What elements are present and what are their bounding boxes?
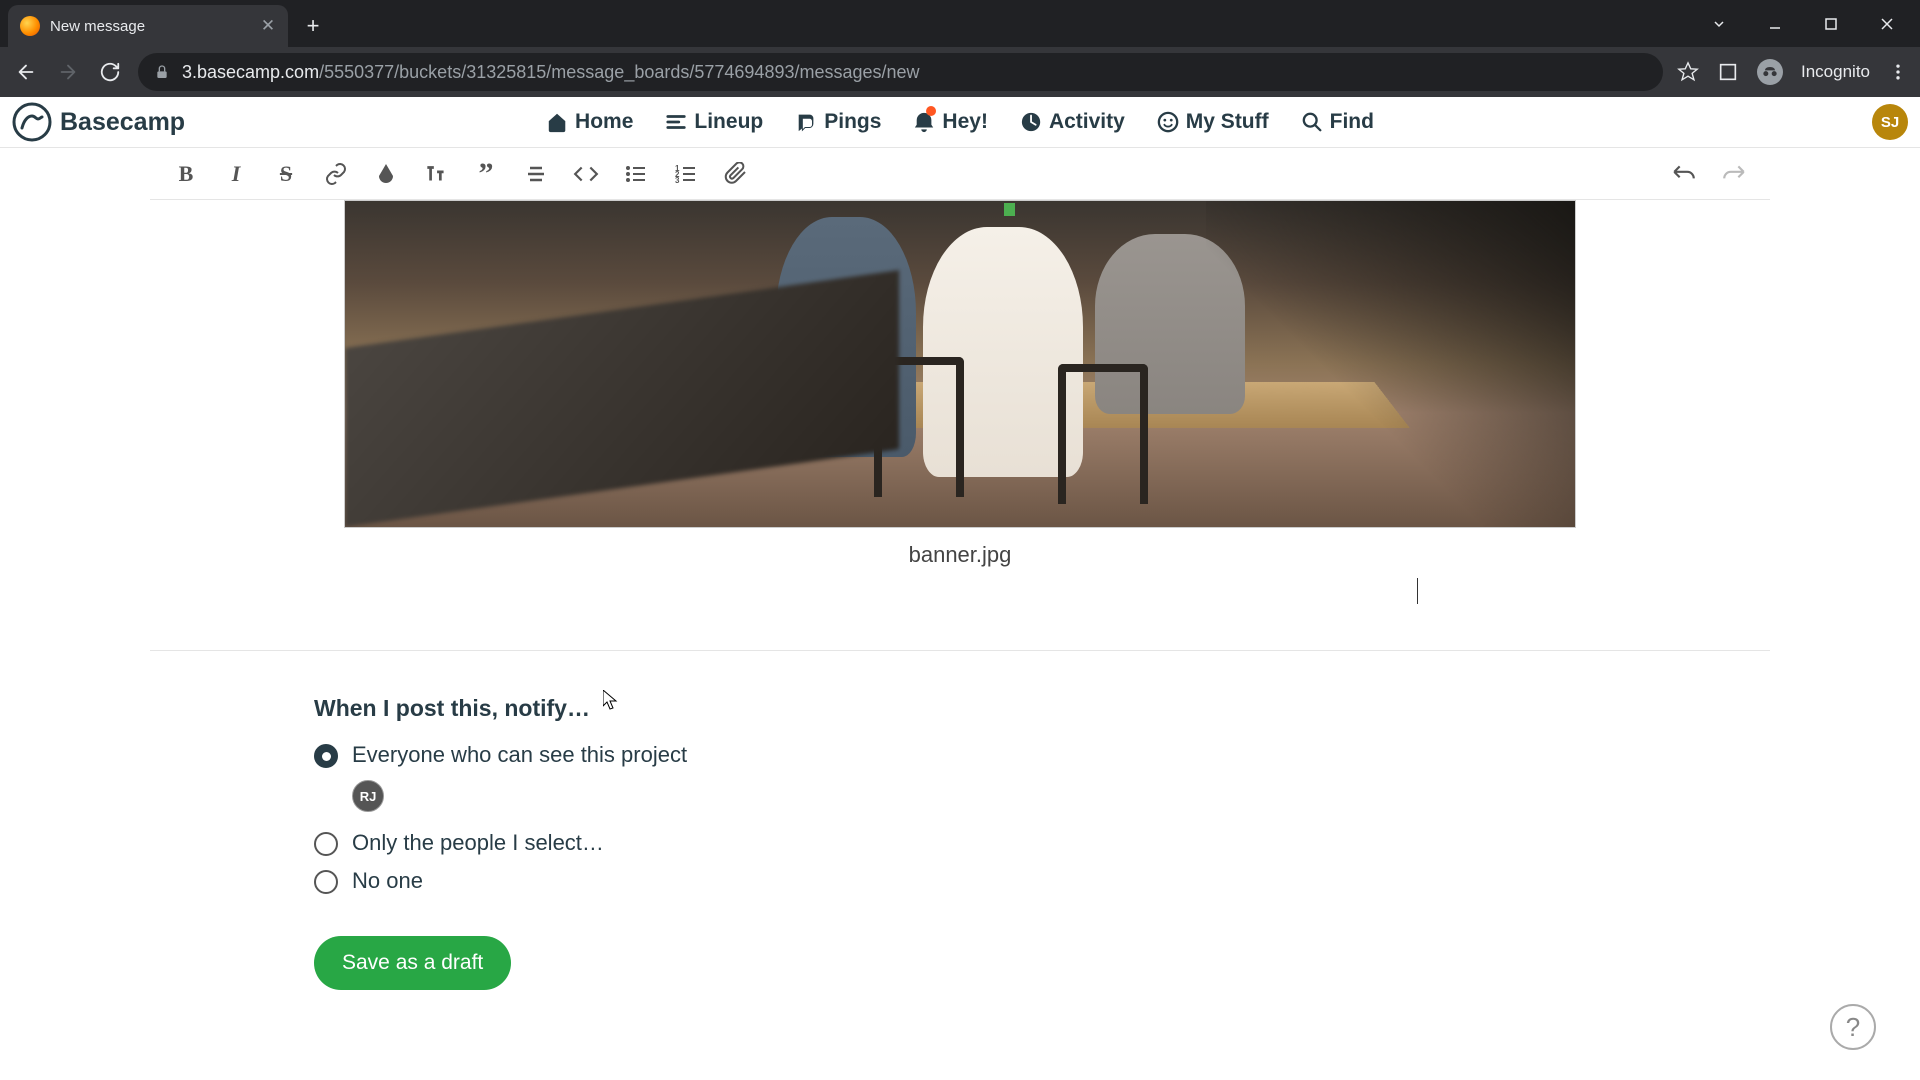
main-nav: Home Lineup Pings Hey! Activity My Stuff… [546, 110, 1374, 134]
minimize-button[interactable] [1752, 9, 1798, 39]
maximize-button[interactable] [1808, 9, 1854, 39]
close-window-button[interactable] [1864, 9, 1910, 39]
nav-mystuff[interactable]: My Stuff [1157, 110, 1269, 134]
nav-hey[interactable]: Hey! [913, 110, 988, 134]
redo-button[interactable] [1720, 160, 1748, 188]
browser-address-bar: 3.basecamp.com/5550377/buckets/31325815/… [0, 47, 1920, 97]
bookmark-button[interactable] [1677, 61, 1699, 83]
number-list-button[interactable]: 123 [672, 160, 700, 188]
nav-find[interactable]: Find [1301, 110, 1374, 134]
image-caption: banner.jpg [182, 528, 1738, 582]
svg-text:3: 3 [675, 176, 680, 185]
radio-none[interactable] [314, 870, 338, 894]
basecamp-logo-text: Basecamp [60, 108, 185, 137]
nav-lineup[interactable]: Lineup [665, 110, 763, 134]
heading-button[interactable] [422, 160, 450, 188]
tab-close-button[interactable]: ✕ [260, 18, 276, 34]
content-scroll-area[interactable]: B I S ” 123 [0, 148, 1920, 1080]
text-cursor [1417, 578, 1418, 604]
mystuff-icon [1157, 111, 1179, 133]
link-button[interactable] [322, 160, 350, 188]
notify-option-select[interactable]: Only the people I select… [314, 830, 1730, 856]
notify-option-none[interactable]: No one [314, 868, 1730, 894]
align-button[interactable] [522, 160, 550, 188]
tab-title: New message [50, 18, 250, 35]
subscriber-avatar[interactable]: RJ [352, 780, 384, 812]
color-button[interactable] [372, 160, 400, 188]
home-icon [546, 111, 568, 133]
nav-activity[interactable]: Activity [1020, 110, 1125, 134]
help-button[interactable]: ? [1830, 1004, 1876, 1050]
url-text: 3.basecamp.com/5550377/buckets/31325815/… [182, 62, 920, 83]
pings-icon [795, 111, 817, 133]
reload-button[interactable] [96, 58, 124, 86]
italic-button[interactable]: I [222, 160, 250, 188]
lineup-icon [665, 111, 687, 133]
browser-tab[interactable]: New message ✕ [8, 5, 288, 47]
editor-content[interactable]: banner.jpg [150, 200, 1770, 604]
notify-option-everyone[interactable]: Everyone who can see this project [314, 742, 1730, 768]
editor-toolbar: B I S ” 123 [150, 148, 1770, 200]
notify-section: When I post this, notify… Everyone who c… [150, 650, 1770, 1030]
undo-button[interactable] [1670, 160, 1698, 188]
user-avatar[interactable]: SJ [1872, 104, 1908, 140]
nav-home[interactable]: Home [546, 110, 633, 134]
quote-button[interactable]: ” [472, 160, 500, 188]
bullet-list-button[interactable] [622, 160, 650, 188]
tab-favicon-icon [20, 16, 40, 36]
extensions-button[interactable] [1717, 61, 1739, 83]
window-controls [1696, 9, 1920, 39]
browser-tab-strip: New message ✕ + [0, 0, 1920, 47]
radio-everyone[interactable] [314, 744, 338, 768]
browser-menu-button[interactable] [1888, 62, 1908, 82]
activity-icon [1020, 111, 1042, 133]
lock-icon [154, 64, 170, 80]
strikethrough-button[interactable]: S [272, 160, 300, 188]
attachment-button[interactable] [722, 160, 750, 188]
mouse-cursor-icon [603, 690, 619, 710]
app-header: Basecamp Home Lineup Pings Hey! Activity… [0, 97, 1920, 148]
bold-button[interactable]: B [172, 160, 200, 188]
basecamp-logo[interactable]: Basecamp [12, 102, 185, 142]
search-icon [1301, 111, 1323, 133]
new-tab-button[interactable]: + [296, 9, 330, 43]
basecamp-logo-icon [12, 102, 52, 142]
back-button[interactable] [12, 58, 40, 86]
tab-search-button[interactable] [1696, 9, 1742, 39]
incognito-label: Incognito [1801, 62, 1870, 82]
forward-button[interactable] [54, 58, 82, 86]
notify-heading: When I post this, notify… [314, 695, 1730, 722]
nav-pings[interactable]: Pings [795, 110, 881, 134]
radio-select[interactable] [314, 832, 338, 856]
attached-image[interactable] [344, 200, 1576, 528]
code-button[interactable] [572, 160, 600, 188]
url-field[interactable]: 3.basecamp.com/5550377/buckets/31325815/… [138, 53, 1663, 91]
incognito-icon[interactable] [1757, 59, 1783, 85]
save-draft-button[interactable]: Save as a draft [314, 936, 511, 990]
